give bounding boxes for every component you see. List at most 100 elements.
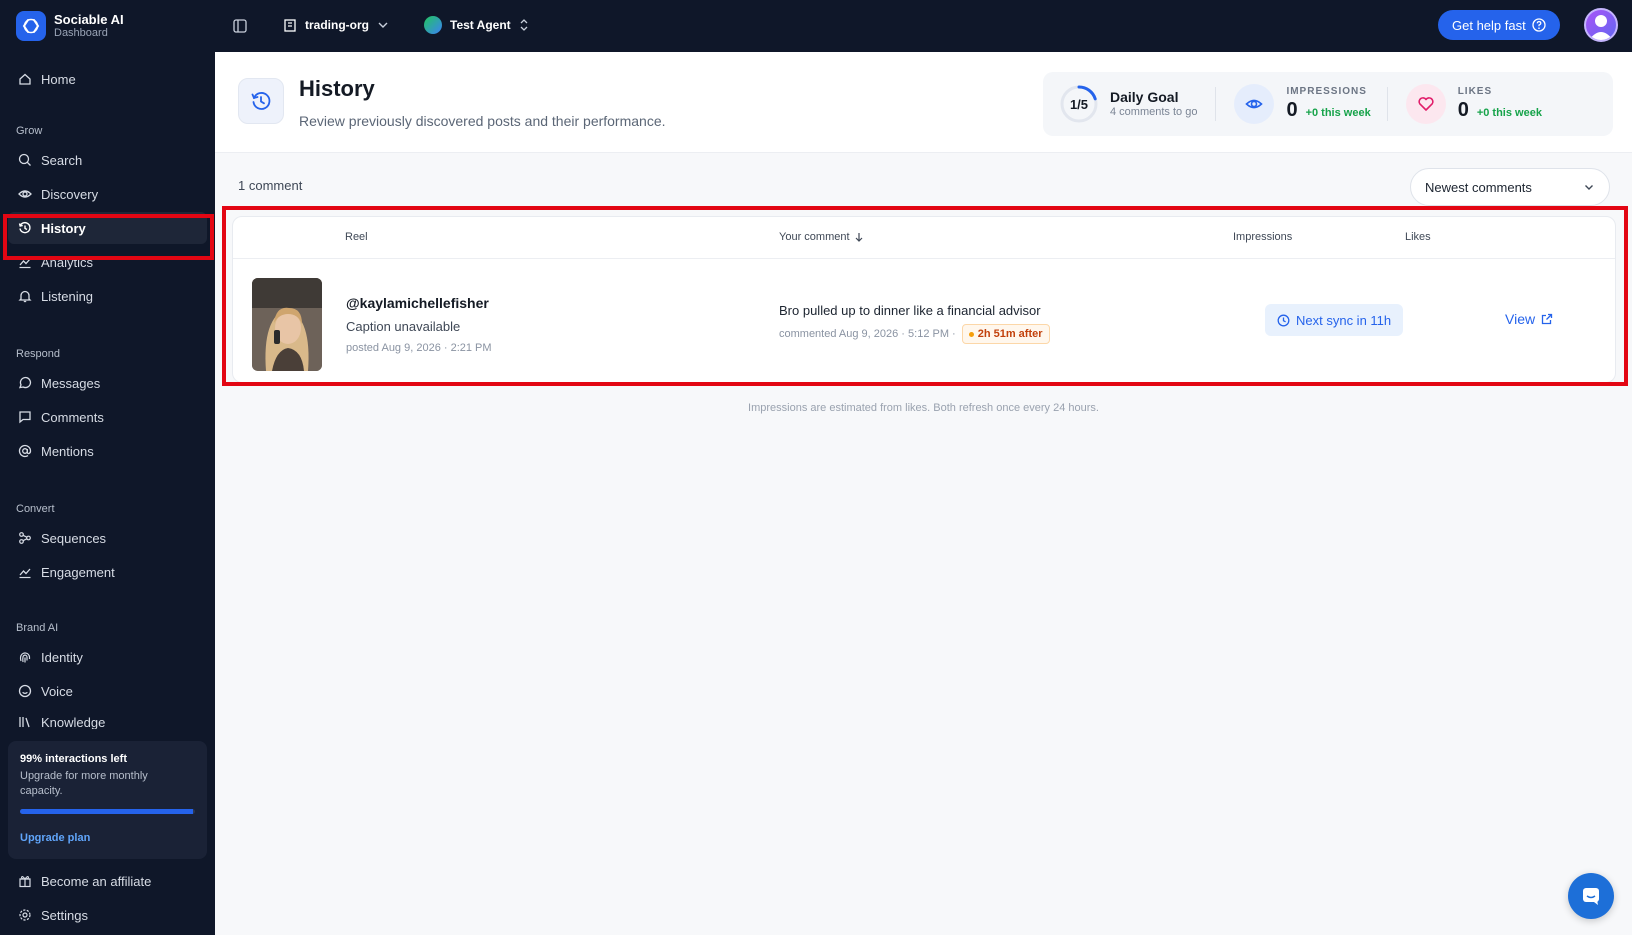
likes-stat: LIKES 0 +0 this week xyxy=(1388,72,1558,136)
get-help-button[interactable]: Get help fast xyxy=(1438,10,1560,40)
sidebar-item-label: Voice xyxy=(41,683,73,699)
message-icon xyxy=(19,376,32,389)
comment-icon xyxy=(19,411,31,424)
sidebar-item-knowledge[interactable]: Knowledge xyxy=(8,709,207,729)
agent-avatar xyxy=(424,16,442,34)
sidebar-item-messages[interactable]: Messages xyxy=(8,367,207,399)
chevron-down-icon xyxy=(1585,185,1593,190)
daily-goal-stat: 1/5 Daily Goal 4 comments to go xyxy=(1043,72,1215,136)
bell-icon xyxy=(18,290,32,303)
upgrade-plan-link[interactable]: Upgrade plan xyxy=(20,832,195,844)
sort-value: Newest comments xyxy=(1425,179,1532,195)
goal-progress-ring: 1/5 xyxy=(1059,84,1099,124)
sidebar-item-label: Engagement xyxy=(41,564,115,580)
fingerprint-icon xyxy=(19,652,31,663)
goal-ratio: 1/5 xyxy=(1069,96,1089,112)
get-help-label: Get help fast xyxy=(1452,17,1526,33)
building-icon xyxy=(284,19,296,32)
sidebar-toggle-icon[interactable] xyxy=(230,16,250,36)
upgrade-card: 99% interactions left Upgrade for more m… xyxy=(8,741,207,859)
agent-name: Test Agent xyxy=(450,18,511,32)
search-icon xyxy=(18,153,31,166)
section-brand-ai: Brand AI xyxy=(16,622,59,634)
sort-select[interactable]: Newest comments xyxy=(1410,168,1610,206)
usage-progress-fill xyxy=(20,809,194,814)
brand-name: Sociable AI xyxy=(54,11,124,27)
sidebar: Home Grow Search Discovery History Analy… xyxy=(0,52,215,935)
sidebar-item-label: Knowledge xyxy=(41,715,106,729)
smile-icon xyxy=(18,684,32,698)
likes-value: 0 xyxy=(1457,99,1469,121)
top-bar: Sociable AI Dashboard trading-org Test A… xyxy=(0,0,1632,52)
sidebar-item-label: Sequences xyxy=(41,530,107,546)
sidebar-item-label: Mentions xyxy=(41,443,94,459)
section-grow: Grow xyxy=(16,125,43,137)
impressions-stat: IMPRESSIONS 0 +0 this week xyxy=(1216,72,1386,136)
page-subtitle: Review previously discovered posts and t… xyxy=(299,113,666,129)
org-switcher[interactable]: trading-org xyxy=(283,14,389,36)
sidebar-item-home[interactable]: Home xyxy=(8,63,207,95)
sidebar-item-label: Comments xyxy=(41,409,104,425)
usage-progress-bar xyxy=(20,809,195,814)
brand-logo-icon xyxy=(16,11,46,41)
upgrade-description: Upgrade for more monthly capacity. xyxy=(20,770,148,797)
chart-icon xyxy=(19,568,31,579)
goal-title: Daily Goal xyxy=(1110,89,1179,105)
page-title: History xyxy=(299,76,375,101)
chat-icon xyxy=(1583,888,1599,905)
brand[interactable]: Sociable AI Dashboard xyxy=(16,11,124,41)
likes-label: LIKES xyxy=(1457,86,1493,97)
eye-icon xyxy=(18,190,32,198)
sidebar-item-label: Search xyxy=(41,152,83,168)
sidebar-item-mentions[interactable]: Mentions xyxy=(8,435,207,467)
sidebar-item-identity[interactable]: Identity xyxy=(8,641,207,673)
gift-icon xyxy=(19,876,31,888)
app-root: Sociable AI Dashboard trading-org Test A… xyxy=(0,0,1632,935)
chevron-up-down-icon xyxy=(520,19,528,31)
page-header: History Review previously discovered pos… xyxy=(215,52,1632,153)
sidebar-item-sequences[interactable]: Sequences xyxy=(8,522,207,554)
stats-panel: 1/5 Daily Goal 4 comments to go IMPRESSI… xyxy=(1043,72,1613,136)
impressions-delta: +0 this week xyxy=(1305,107,1371,119)
sidebar-item-label: Settings xyxy=(41,907,88,923)
impressions-value: 0 xyxy=(1286,99,1298,121)
home-icon xyxy=(19,73,31,85)
section-respond: Respond xyxy=(16,348,61,360)
at-icon xyxy=(18,444,32,458)
book-icon xyxy=(19,717,30,728)
gear-icon xyxy=(19,909,31,921)
chat-support-button[interactable] xyxy=(1568,873,1614,919)
section-convert: Convert xyxy=(16,503,55,515)
history-icon xyxy=(238,78,284,124)
sidebar-item-comments[interactable]: Comments xyxy=(8,401,207,433)
sidebar-item-label: Identity xyxy=(41,649,83,665)
main-content: History Review previously discovered pos… xyxy=(215,52,1632,935)
sidebar-item-settings[interactable]: Settings xyxy=(8,899,207,931)
chevron-down-icon xyxy=(378,22,388,28)
impressions-label: IMPRESSIONS xyxy=(1286,86,1367,97)
sidebar-item-label: Home xyxy=(41,71,76,87)
sequence-icon xyxy=(19,532,31,544)
sidebar-item-discovery[interactable]: Discovery xyxy=(8,178,207,210)
user-avatar[interactable] xyxy=(1584,8,1618,42)
heart-icon xyxy=(1405,84,1446,124)
question-icon xyxy=(1532,18,1546,32)
goal-subtitle: 4 comments to go xyxy=(1110,105,1198,118)
sidebar-item-affiliate[interactable]: Become an affiliate xyxy=(8,865,207,897)
org-name: trading-org xyxy=(305,18,369,32)
sidebar-item-engagement[interactable]: Engagement xyxy=(8,556,207,588)
sidebar-item-voice[interactable]: Voice xyxy=(8,675,207,707)
agent-switcher[interactable]: Test Agent xyxy=(424,14,529,36)
sidebar-item-label: Listening xyxy=(41,288,94,304)
upgrade-title: 99% interactions left xyxy=(20,753,127,765)
sidebar-item-search[interactable]: Search xyxy=(8,144,207,176)
highlight-frame-table xyxy=(222,206,1628,386)
comment-count: 1 comment xyxy=(238,178,303,193)
sidebar-item-label: Messages xyxy=(41,375,101,391)
sidebar-item-listening[interactable]: Listening xyxy=(8,280,207,312)
likes-delta: +0 this week xyxy=(1476,107,1542,119)
footnote: Impressions are estimated from likes. Bo… xyxy=(748,402,1099,414)
brand-subtitle: Dashboard xyxy=(54,27,108,40)
highlight-frame-sidebar xyxy=(3,214,214,260)
eye-icon xyxy=(1234,84,1275,124)
